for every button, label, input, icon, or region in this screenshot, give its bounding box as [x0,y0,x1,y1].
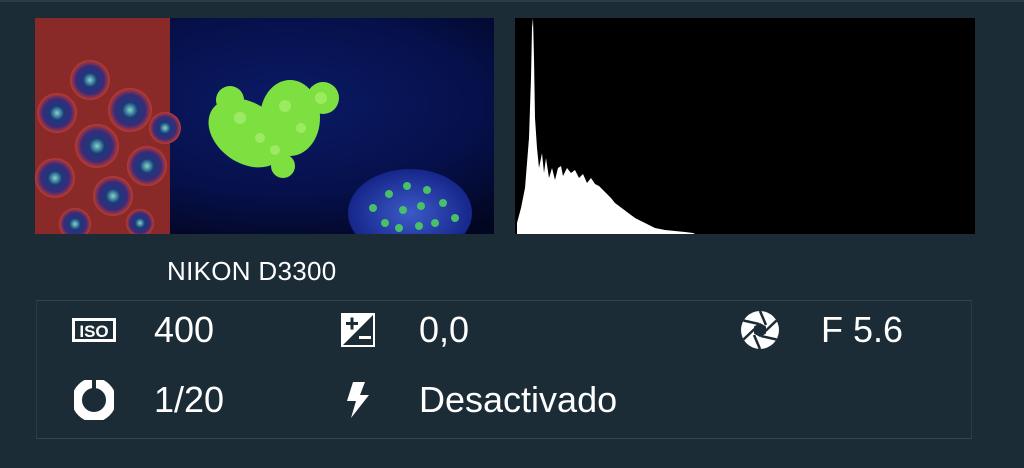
aperture-value: F 5.6 [821,309,904,350]
flash-value: Desactivado [419,379,618,420]
photo-image [35,18,494,234]
shutter-speed-icon [70,380,118,420]
shutter-speed-value: 1/20 [154,379,225,420]
histogram [515,18,975,234]
flash-icon [334,380,382,420]
camera-model: NIKON D3300 [167,256,337,286]
svg-text:ISO: ISO [79,322,108,341]
exif-info-panel: ISO 400 0,0 F 5.6 1/20 Desactivado [36,300,972,439]
top-divider [0,0,1024,2]
exposure-compensation-value: 0,0 [419,309,470,350]
exposure-compensation-icon [334,310,382,350]
iso-value: 400 [154,309,215,350]
aperture-icon [736,310,784,350]
photo-preview [35,18,494,234]
histogram-graph [517,18,695,234]
iso-icon: ISO [70,310,118,350]
